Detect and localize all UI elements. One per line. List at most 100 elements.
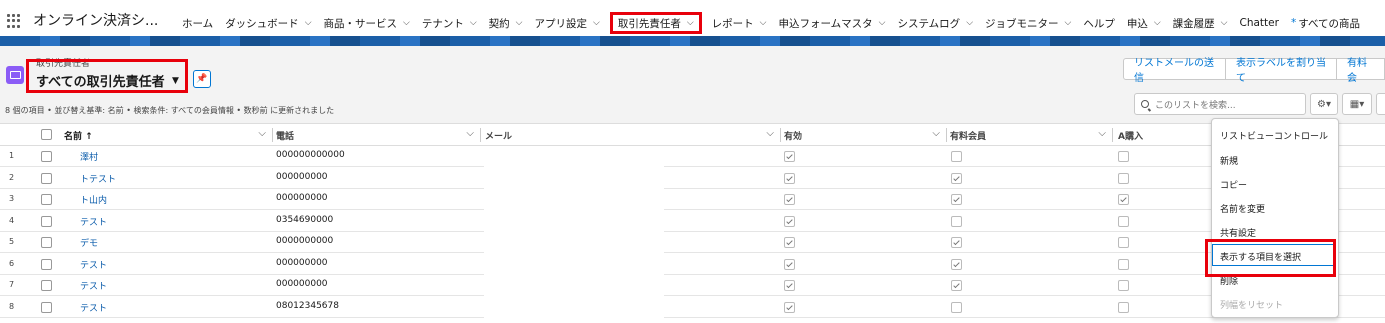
chevron-down-icon[interactable]: ⌵ — [687, 18, 694, 28]
chevron-down-icon[interactable]: ⌵ — [470, 18, 477, 28]
menu-item[interactable]: 新規 — [1220, 154, 1238, 167]
nav-tab-label: アプリ設定 — [534, 17, 588, 30]
active-checkbox — [784, 194, 795, 205]
chevron-down-icon[interactable]: ⌵ — [1154, 18, 1161, 28]
active-checkbox — [784, 151, 795, 162]
nav-tab[interactable]: 課金履歴 ⌵ — [1167, 14, 1234, 32]
column-divider[interactable] — [780, 128, 781, 142]
col-active[interactable]: 有効 ⌵ — [784, 124, 946, 146]
column-divider[interactable] — [480, 128, 481, 142]
chevron-down-icon[interactable]: ⌵ — [258, 128, 266, 139]
nav-tab[interactable]: 商品・サービス ⌵ — [318, 14, 416, 32]
chevron-down-icon[interactable]: ⌵ — [760, 18, 767, 28]
chevron-down-icon[interactable]: ⌵ — [766, 128, 774, 139]
contact-name-link[interactable]: 澤村 — [80, 150, 98, 163]
chevron-down-icon[interactable]: ⌵ — [1065, 18, 1072, 28]
assign-label-button[interactable]: 表示ラベルを割り当て — [1225, 58, 1337, 84]
nav-tab[interactable]: 申込フォームマスタ ⌵ — [772, 14, 891, 32]
nav-tab[interactable]: 申込 ⌵ — [1121, 14, 1167, 32]
nav-tab[interactable]: 契約 ⌵ — [483, 14, 529, 32]
nav-tab[interactable]: 取引先責任者 ⌵ — [609, 12, 702, 34]
contact-name-link[interactable]: テスト — [80, 215, 107, 228]
nav-tab[interactable]: ダッシュボード ⌵ — [219, 14, 317, 32]
chevron-down-icon[interactable]: ⌵ — [305, 18, 312, 28]
menu-item[interactable]: コピー — [1220, 178, 1247, 191]
checkmark-icon — [786, 152, 793, 160]
nav-tab[interactable]: システムログ ⌵ — [892, 14, 980, 32]
menu-item[interactable]: 共有設定 — [1220, 226, 1256, 239]
row-select-checkbox[interactable] — [41, 237, 52, 248]
contact-name-link[interactable]: デモ — [80, 236, 98, 249]
row-select-checkbox[interactable] — [41, 280, 52, 291]
chevron-down-icon[interactable]: ⌵ — [516, 18, 523, 28]
send-list-email-button[interactable]: リストメールの送信 — [1123, 58, 1226, 84]
paid-member-checkbox — [951, 301, 962, 313]
row-select-checkbox[interactable] — [41, 258, 52, 270]
chevron-down-icon[interactable]: ⌵ — [1221, 18, 1228, 28]
checkmark-icon — [786, 174, 793, 181]
col-active-label: 有効 — [784, 131, 803, 142]
contact-name-link[interactable]: ト山内 — [80, 193, 107, 206]
phone-cell: 000000000000 — [276, 150, 345, 160]
chevron-down-icon[interactable]: ⌵ — [879, 18, 886, 28]
nav-tab[interactable]: Chatter — [1234, 14, 1285, 32]
table-icon[interactable]: ▦▾ — [1342, 93, 1372, 115]
checkmark-icon — [786, 281, 793, 289]
col-phone[interactable]: 電話 ⌵ — [276, 124, 480, 146]
row-select-checkbox[interactable] — [41, 301, 52, 313]
row-select-checkbox[interactable] — [41, 151, 52, 162]
phone-cell: 000000000 — [276, 171, 328, 182]
contact-name-link[interactable]: テスト — [80, 279, 107, 292]
paid-member-button[interactable]: 有料会 — [1336, 58, 1385, 84]
more-button[interactable] — [1376, 93, 1385, 115]
phone-cell: 000000000 — [276, 193, 328, 203]
select-all-checkbox[interactable] — [41, 129, 52, 140]
app-launcher-icon[interactable] — [7, 14, 21, 28]
nav-tab-label: ホーム — [182, 17, 214, 30]
menu-item[interactable]: リストビューコントロール — [1220, 129, 1328, 142]
column-divider[interactable] — [1112, 128, 1113, 142]
column-divider[interactable] — [946, 128, 947, 142]
chevron-down-icon[interactable]: ⌵ — [466, 128, 474, 139]
row-number: 6 — [9, 258, 15, 268]
contact-name-link[interactable]: テスト — [80, 301, 107, 314]
nav-tab[interactable]: レポート ⌵ — [706, 14, 773, 32]
table-row: 3 ト山内 000000000 — [0, 189, 1385, 210]
chevron-down-icon[interactable]: ⌵ — [403, 18, 410, 28]
nav-tab[interactable]: ヘルプ — [1077, 14, 1121, 32]
row-select-checkbox[interactable] — [41, 194, 52, 205]
row-select-checkbox[interactable] — [41, 215, 52, 227]
chevron-down-icon[interactable]: ⌵ — [966, 18, 973, 28]
nav-tab-label: 取引先責任者 — [617, 17, 681, 30]
row-select-checkbox[interactable] — [41, 172, 52, 184]
nav-tab[interactable]: ジョブモニター ⌵ — [979, 14, 1077, 32]
list-subtitle: 8 個の項目 • 並び替え基準: 名前 • 検索条件: すべての会員情報 • 数… — [5, 106, 335, 115]
active-checkbox — [784, 301, 795, 313]
chevron-down-icon[interactable]: ⌵ — [932, 128, 940, 139]
nav-tab[interactable]: * すべての商品 — [1285, 14, 1366, 32]
menu-item[interactable]: 名前を変更 — [1220, 202, 1265, 215]
column-divider[interactable] — [272, 128, 273, 142]
col-name[interactable]: 名前 ↑ ⌵ — [64, 124, 272, 146]
chevron-down-icon[interactable]: ⌵ — [593, 18, 600, 28]
col-email[interactable]: メール ⌵ — [485, 124, 780, 146]
nav-tab[interactable]: アプリ設定 ⌵ — [529, 14, 606, 32]
pin-icon[interactable]: 📌 — [193, 70, 211, 88]
col-email-label: メール — [485, 131, 513, 142]
table-row: 2 トテスト 000000000 — [0, 168, 1385, 189]
nav-tab[interactable]: テナント ⌵ — [416, 14, 483, 32]
chevron-down-icon[interactable]: ⌵ — [1098, 128, 1106, 139]
list-search-input[interactable]: このリストを検索... — [1134, 93, 1306, 115]
checkmark-icon — [953, 195, 960, 203]
paid-member-checkbox — [951, 172, 962, 184]
col-a-purchase[interactable]: A購入 — [1118, 124, 1208, 146]
contact-name-link[interactable]: トテスト — [80, 172, 116, 185]
nav-tab-label: 商品・サービス — [323, 17, 398, 30]
nav-tab-label: システムログ — [897, 17, 961, 30]
nav-tab[interactable]: ホーム — [176, 14, 219, 32]
nav-tab-label: 契約 — [488, 17, 510, 30]
list-view-controls-menu: リストビューコントロール 新規 コピー 名前を変更 共有設定 表示する項目を選択 削除 列幅を… — [1211, 118, 1339, 318]
contact-name-link[interactable]: テスト — [80, 258, 107, 271]
gear-icon[interactable]: ⚙▾ — [1310, 93, 1338, 115]
col-paid[interactable]: 有料会員 ⌵ — [950, 124, 1112, 146]
